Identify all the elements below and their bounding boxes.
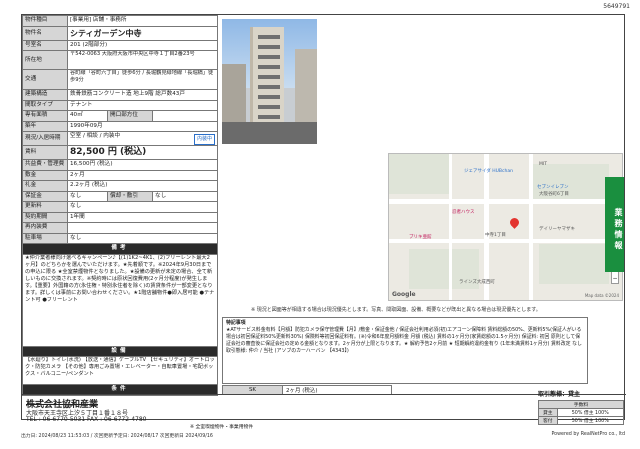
row-type: 物件種目 [事業用] 店舗・事務所 <box>22 15 218 27</box>
status-stamp: 内装中 <box>193 134 215 145</box>
company-block: 株式会社協和産業 大阪市天王寺区上汐５丁目１番１８号 TEL : 06-6770… <box>22 391 626 425</box>
map-label: ブリキ亜館 <box>409 235 432 240</box>
map-label: 大阪谷町6丁目 <box>539 192 569 197</box>
row-built: 築年 1990年09月 <box>22 120 218 132</box>
location-map[interactable]: ジェアサイダ HUBchan MIT セブンイレブン 大阪谷町6丁目 忍者ハウス… <box>388 153 623 301</box>
row-rent: 賃料 82,500 円 (税込) <box>22 145 218 160</box>
location-pin-icon[interactable] <box>508 216 521 229</box>
property-info-table: 物件種目 [事業用] 店舗・事務所 物件名 シティガーデン中寺 号室名 201 (2階… <box>22 15 218 396</box>
map-label: ラインズ大成西町 <box>459 280 495 285</box>
map-credit: Map data ©2024 <box>584 293 619 298</box>
special-notes: 特記事項 ★ATサービス料金有料【月額】防犯カメラ保守管理費【月】/敷金・保証金… <box>222 317 588 384</box>
facilities-body: 【水廻り】トイレ(水洗) 【放送・通信】ケーブルTV 【セキュリティ】オートロッ… <box>22 356 218 385</box>
row-name: 物件名 シティガーデン中寺 <box>22 25 218 41</box>
business-info-tab[interactable]: 業務情報 <box>605 177 624 272</box>
row-status: 現況/入居時期 空室 / 相談 / 内装中 内装中 <box>22 131 218 146</box>
map-label: セブンイレブン <box>537 185 569 190</box>
row-address: 所在地 〒542-0063 大阪府大阪市中央区中寺１丁目2番23号 <box>22 50 218 70</box>
row-access: 交通 谷町線「谷町六丁目」徒歩6分 / 長堀鶴見緑地線「長堀橋」徒歩9分 <box>22 69 218 90</box>
remarks-header: 備考 <box>22 243 218 255</box>
property-sheet: 物件種目 [事業用] 店舗・事務所 物件名 シティガーデン中寺 号室名 201 (2階… <box>21 14 626 425</box>
row-structure: 建築構造 鉄骨鉄筋コンクリート造 地上9階 総戸数43戸 <box>22 89 218 101</box>
row-fee: 共益費・管理費 16,500円 (税込) <box>22 159 218 171</box>
remarks-body: ★仲介業者様向け選べるキャンペーン♪【(1)1K2~4K1、(2)フリーレント最… <box>22 253 218 347</box>
facilities-header: 設備 <box>22 345 218 357</box>
disclaimer-note: ※ 現況と図面等が相違する場合は現況優先とします。写真、間取図面、設備、概要など… <box>251 307 541 313</box>
page-footer: 出力日: 2024/08/23 11:53:03 / 次回更新予定日: 2024… <box>21 432 625 439</box>
row-deposit: 敷金 2ヶ月 <box>22 169 218 181</box>
footer-right: Powered by RealNetPro co., ltd <box>551 432 625 437</box>
document-id: 5649791 <box>603 3 630 10</box>
row-guarantee: 保証金 なし 償却・敷引 なし <box>22 190 218 202</box>
row-area: 専有面積 40㎡ 開口部方位 <box>22 110 218 122</box>
footer-left: 出力日: 2024/08/23 11:53:03 / 次回更新予定日: 2024… <box>21 434 213 439</box>
company-tel: TEL : 06-6770-5031 FAX : 06-6772-4780 <box>26 416 147 423</box>
below-note: ※ 全室喫煙物件・事業用物件 <box>190 425 254 430</box>
building-photo <box>222 19 317 144</box>
google-logo: Google <box>392 291 416 298</box>
row-layout: 間取タイプ テナント <box>22 99 218 111</box>
map-label: ジェアサイダ HUBchan <box>464 169 513 174</box>
row-keymoney: 礼金 2.2ヶ月 (税込) <box>22 180 218 192</box>
map-label: デイリーヤマザキ <box>539 227 575 232</box>
deal-terms: 取引態様：貸主 手数料 貸主 50% 借主 100% 客付 50% 借主 100% <box>538 389 625 425</box>
map-label: 忍者ハウス <box>452 210 475 215</box>
row-renewal: 更新料 なし <box>22 201 218 213</box>
map-label: 中寺1丁目 <box>485 233 506 238</box>
row-contract: 契約期間 1年間 <box>22 211 218 223</box>
row-room: 号室名 201 (2階部分) <box>22 39 218 51</box>
row-parking: 駐車場 なし <box>22 232 218 244</box>
row-reinterior: 再内装費 <box>22 222 218 234</box>
map-label: MIT <box>539 162 547 167</box>
